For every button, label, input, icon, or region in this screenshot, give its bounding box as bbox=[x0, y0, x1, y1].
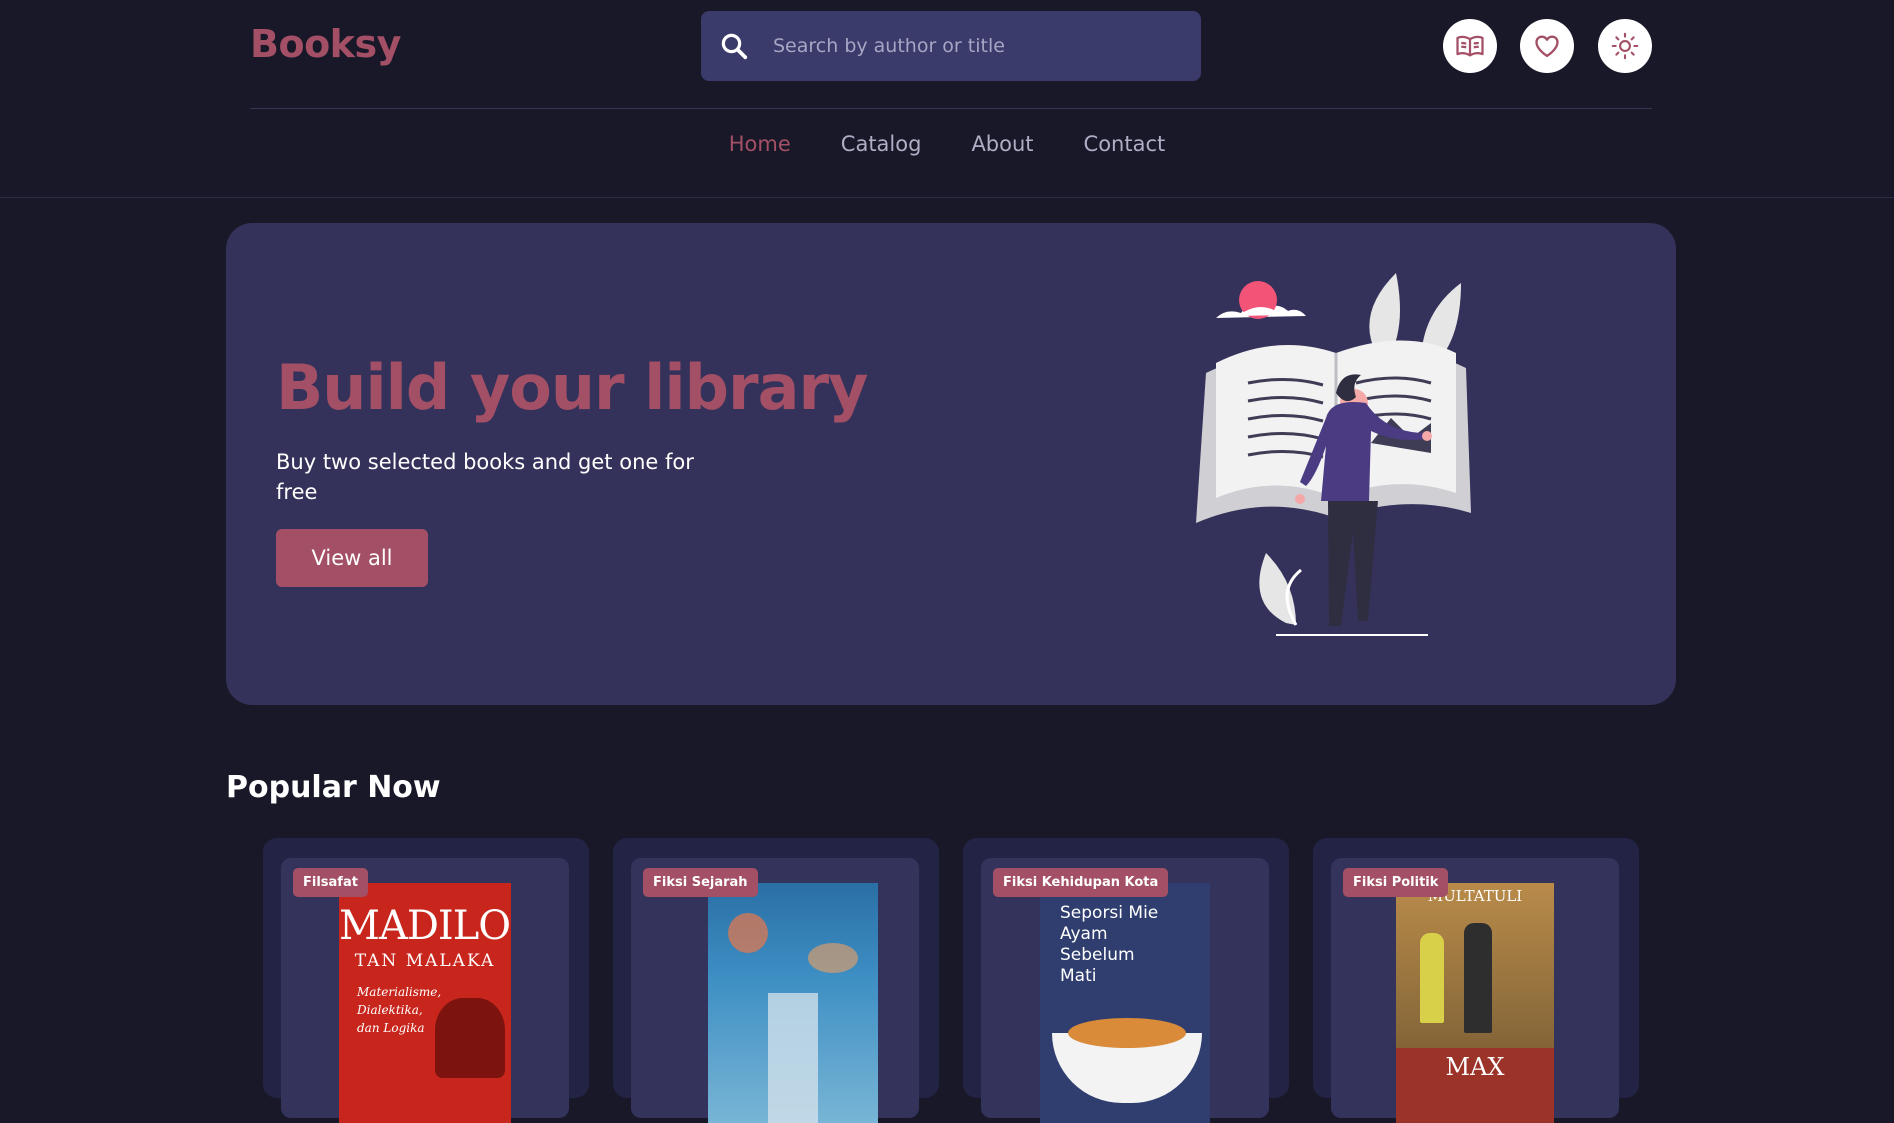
cover-title: Seporsi Mie Ayam Sebelum Mati bbox=[1060, 903, 1159, 986]
cover-figure bbox=[1464, 923, 1492, 1033]
hero-banner: Build your library Buy two selected book… bbox=[226, 223, 1676, 705]
category-tag: Fiksi Kehidupan Kota bbox=[993, 868, 1169, 897]
category-tag: Fiksi Sejarah bbox=[643, 868, 758, 897]
hero-subtitle: Buy two selected books and get one for f… bbox=[276, 450, 694, 504]
nav-about[interactable]: About bbox=[946, 128, 1058, 160]
cover-author: TAN MALAKA bbox=[354, 951, 496, 971]
sun-icon bbox=[1611, 32, 1639, 60]
hero-title: Build your library bbox=[276, 351, 868, 424]
main-nav: Home Catalog About Contact bbox=[0, 128, 1894, 160]
book-card[interactable]: Fiksi Sejarah bbox=[613, 838, 939, 1123]
cover-art bbox=[808, 943, 858, 973]
heart-icon bbox=[1535, 35, 1559, 58]
logo[interactable]: Booksy bbox=[250, 22, 401, 66]
nav-contact[interactable]: Contact bbox=[1059, 128, 1191, 160]
book-card-inner: Fiksi Kehidupan Kota Seporsi Mie Ayam Se… bbox=[981, 858, 1269, 1123]
book-card-inner: Fiksi Sejarah bbox=[631, 858, 919, 1123]
library-button[interactable] bbox=[1443, 19, 1497, 73]
nav-home[interactable]: Home bbox=[704, 128, 816, 160]
book-open-icon bbox=[1456, 35, 1484, 57]
book-card[interactable]: Fiksi Kehidupan Kota Seporsi Mie Ayam Se… bbox=[963, 838, 1289, 1123]
cover-art bbox=[728, 913, 768, 953]
theme-toggle-button[interactable] bbox=[1598, 19, 1652, 73]
cover-subtitle: Materialisme, Dialektika, dan Logika bbox=[357, 985, 442, 1035]
cover-title: MADILOG bbox=[339, 903, 511, 949]
category-tag: Filsafat bbox=[293, 868, 368, 897]
cover-portrait bbox=[435, 998, 505, 1078]
book-card-inner: Filsafat MADILOG TAN MALAKA Materialisme… bbox=[281, 858, 569, 1123]
popular-now-heading: Popular Now bbox=[226, 770, 441, 805]
book-cover[interactable]: MADILOG TAN MALAKA Materialisme, Dialekt… bbox=[339, 883, 511, 1123]
book-card[interactable]: Fiksi Politik MULTATULI MAX bbox=[1313, 838, 1639, 1123]
cover-title: MAX bbox=[1445, 1053, 1505, 1081]
category-tag: Fiksi Politik bbox=[1343, 868, 1449, 897]
book-card-inner: Fiksi Politik MULTATULI MAX bbox=[1331, 858, 1619, 1123]
cover-noodles bbox=[1068, 1018, 1186, 1048]
book-card[interactable]: Filsafat MADILOG TAN MALAKA Materialisme… bbox=[263, 838, 589, 1123]
nav-catalog[interactable]: Catalog bbox=[816, 128, 947, 160]
search-input[interactable] bbox=[773, 11, 1183, 81]
reading-woman-illustration bbox=[1196, 273, 1471, 636]
book-cover[interactable]: MULTATULI MAX bbox=[1396, 883, 1554, 1123]
search-icon[interactable] bbox=[719, 31, 749, 61]
header-divider bbox=[250, 108, 1652, 109]
site-header: Booksy Home Catalog About bbox=[0, 0, 1894, 198]
search-bar[interactable] bbox=[701, 11, 1201, 81]
view-all-button[interactable]: View all bbox=[276, 529, 428, 587]
wishlist-button[interactable] bbox=[1520, 19, 1574, 73]
book-cover[interactable] bbox=[708, 883, 878, 1123]
book-cover[interactable]: Seporsi Mie Ayam Sebelum Mati bbox=[1040, 883, 1210, 1123]
cover-art bbox=[768, 993, 818, 1123]
cover-figure bbox=[1420, 933, 1444, 1023]
